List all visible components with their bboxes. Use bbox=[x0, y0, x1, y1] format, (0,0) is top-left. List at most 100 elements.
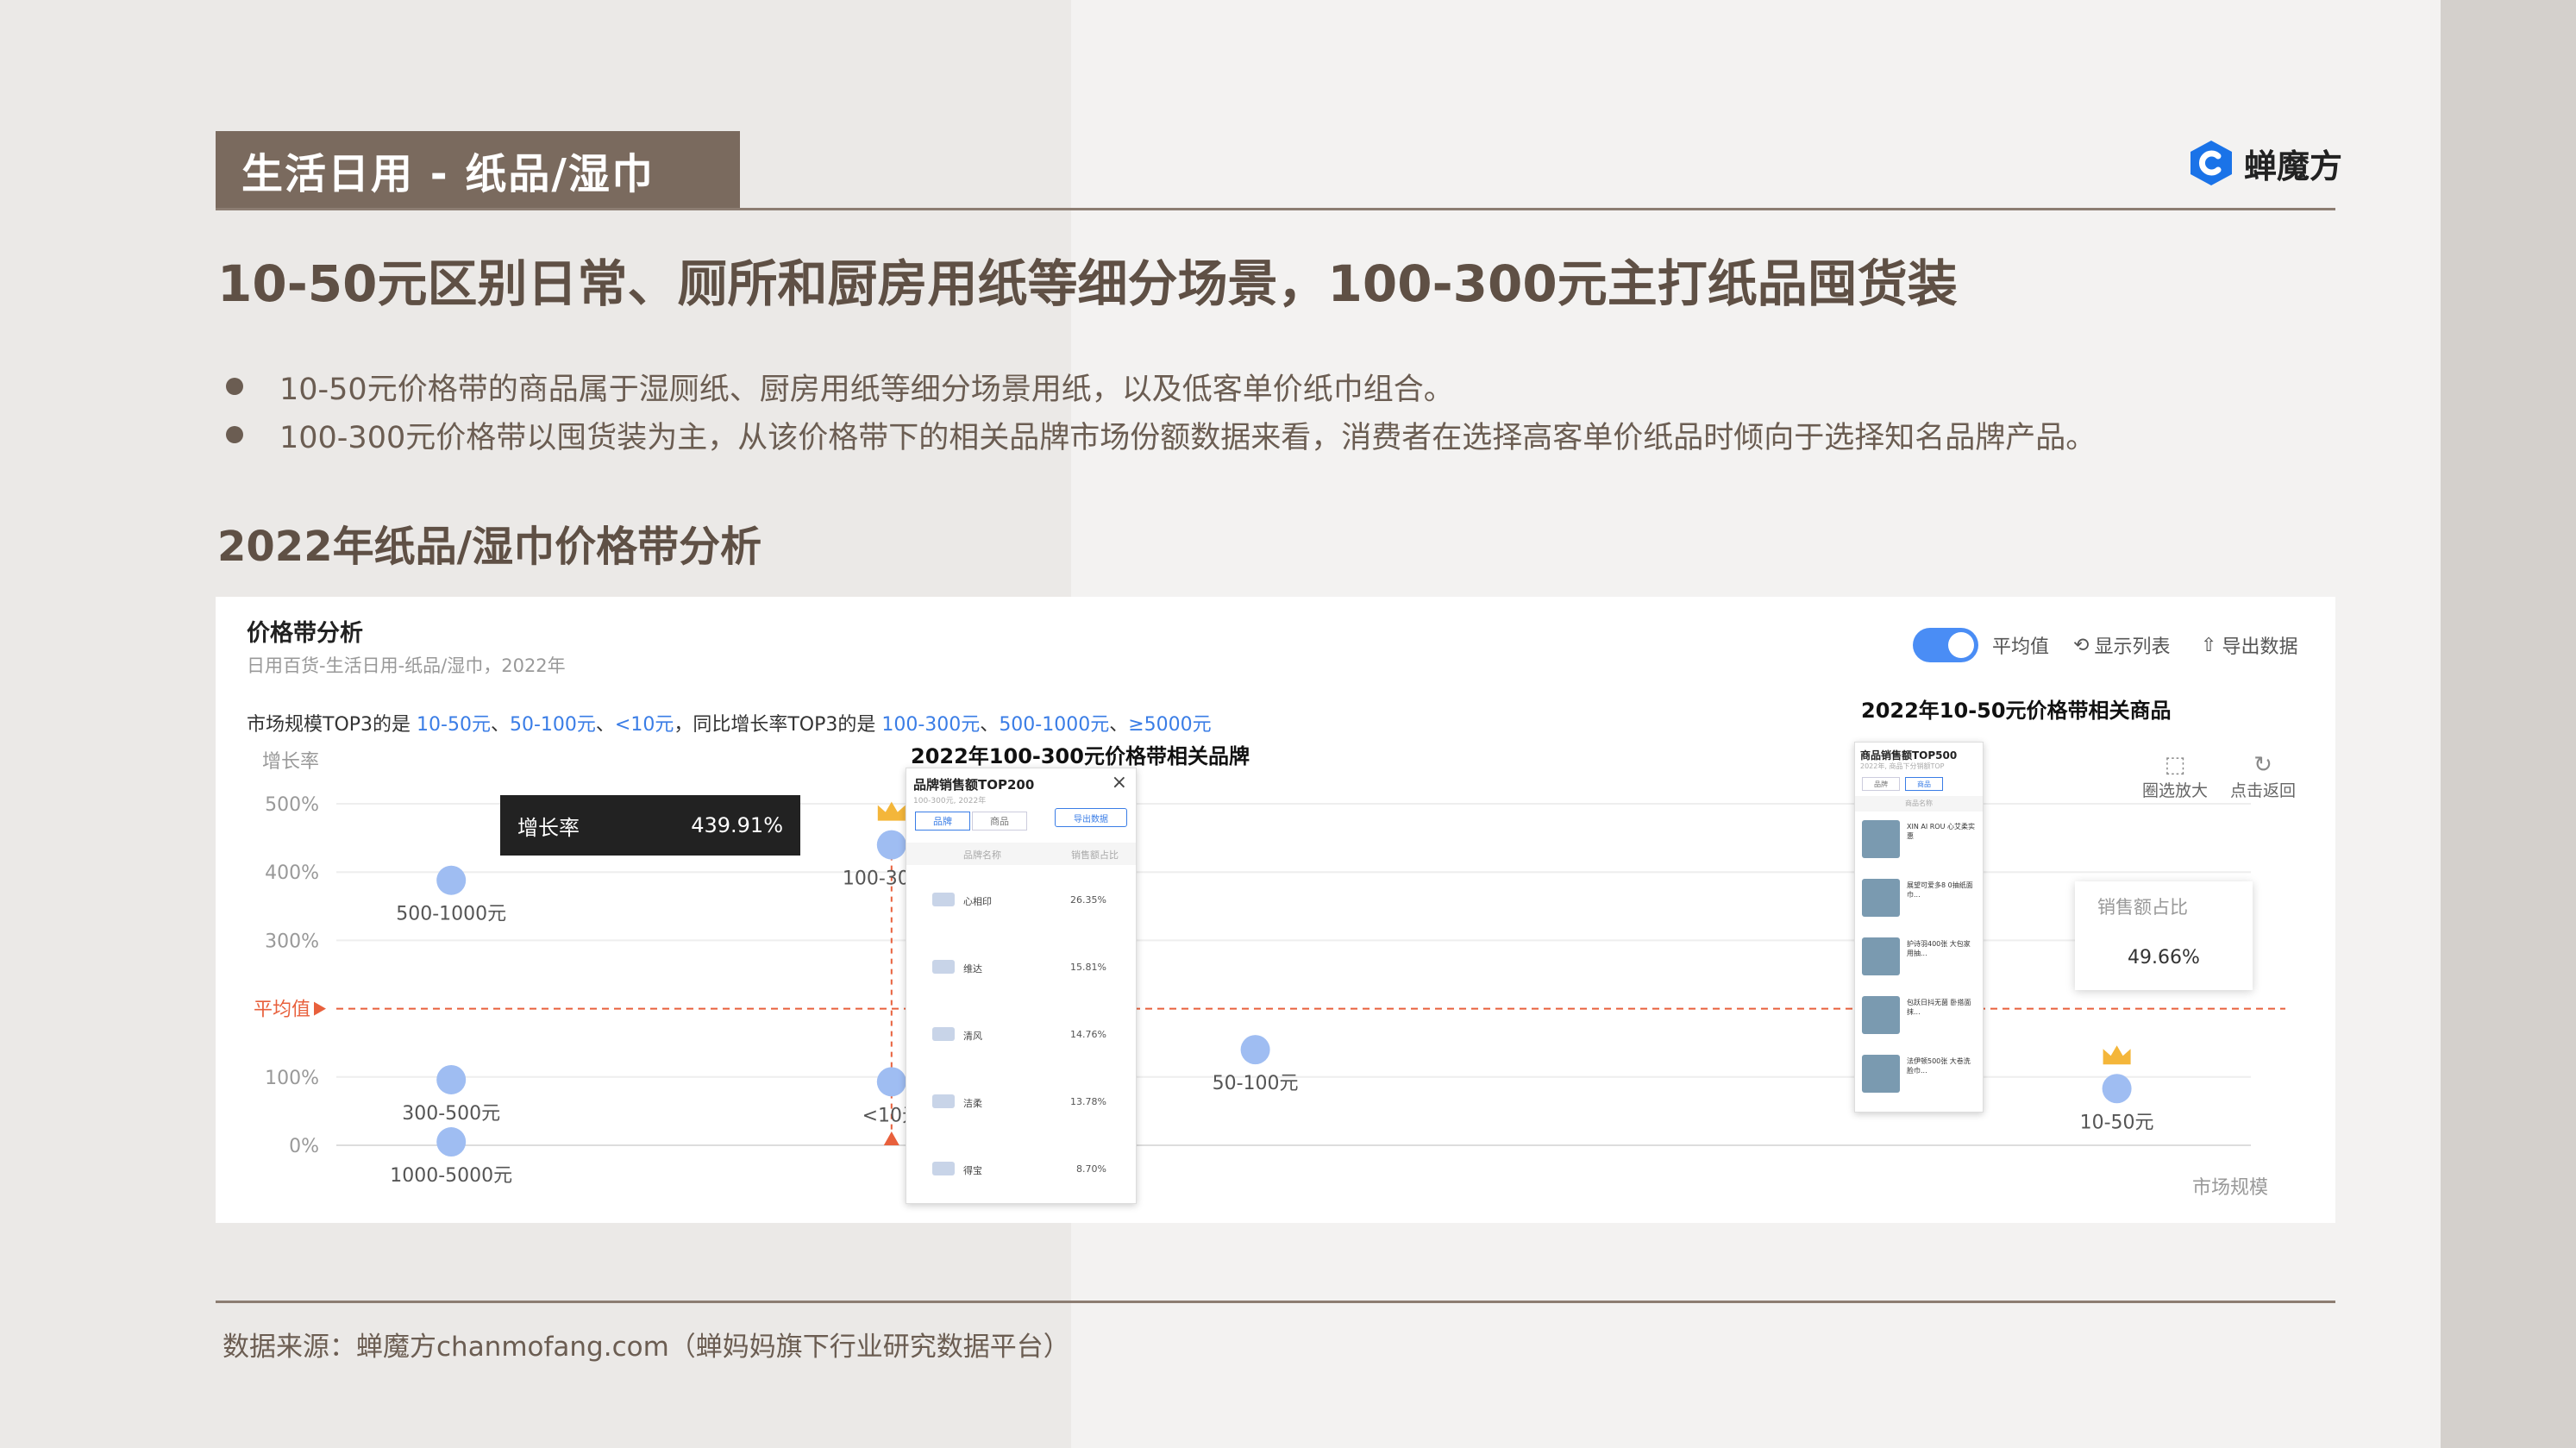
average-line-label: 平均值 bbox=[254, 1000, 310, 1021]
crown-icon bbox=[2103, 1045, 2131, 1065]
headline: 10-50元区别日常、厕所和厨房用纸等细分场景，100-300元主打纸品囤货装 bbox=[217, 254, 1958, 313]
data-point-label: 300-500元 bbox=[402, 1103, 500, 1125]
product-popup-subtitle: 2022年, 商品下分销额TOP bbox=[1860, 762, 1945, 770]
brand-logo-icon bbox=[932, 893, 955, 906]
bullet-list: 10-50元价格带的商品属于湿厕纸、厨房用纸等细分场景用纸，以及低客单价纸巾组合… bbox=[226, 362, 2096, 459]
brand-share-cell: 26.35% bbox=[1070, 894, 1106, 906]
brand-logo-icon bbox=[932, 1027, 955, 1041]
y-tick-label: 0% bbox=[289, 1136, 319, 1157]
refresh-icon: ↻ bbox=[2253, 752, 2272, 778]
product-name: 法伊顿500张 大卷洗脸巾... bbox=[1907, 1057, 1971, 1075]
data-point-label: 500-1000元 bbox=[396, 904, 506, 925]
tab-product[interactable]: 商品 bbox=[972, 812, 1027, 831]
product-thumbnail bbox=[1862, 820, 1900, 858]
y-tick-label: 400% bbox=[265, 862, 319, 884]
chart-section-heading: 2022年纸品/湿巾价格带分析 bbox=[217, 523, 762, 571]
brand-export-button[interactable]: 导出数据 bbox=[1055, 808, 1127, 827]
product-popup-title: 商品销售额TOP500 bbox=[1860, 749, 1958, 762]
col-sales-share: 销售额占比 bbox=[1071, 849, 1119, 861]
section-tag: 生活日用 - 纸品/湿巾 bbox=[216, 131, 740, 209]
close-icon[interactable]: × bbox=[1112, 772, 1127, 793]
brand-popup-title: 品牌销售额TOP200 bbox=[913, 777, 1035, 793]
footer-source: 数据来源：蝉魔方chanmofang.com（蝉妈妈旗下行业研究数据平台） bbox=[223, 1332, 1070, 1363]
zoom-select-label: 圈选放大 bbox=[2142, 781, 2209, 800]
list-item[interactable]: 包跃日抖无菌 卧搭面抹... bbox=[1862, 991, 1979, 1044]
product-thumbnail bbox=[1862, 879, 1900, 917]
tab-product[interactable]: 商品 bbox=[1905, 777, 1943, 791]
brand-logo-icon bbox=[932, 1094, 955, 1108]
table-row[interactable]: 心相印 26.35% bbox=[906, 867, 1136, 934]
average-marker-icon bbox=[314, 1001, 326, 1016]
bullet-dot-icon bbox=[226, 378, 243, 395]
tab-brand[interactable]: 品牌 bbox=[1862, 777, 1900, 791]
highlight-axis-marker-icon bbox=[883, 1131, 899, 1145]
chanmofang-logo-icon bbox=[2191, 141, 2232, 185]
sales-share-label: 销售额占比 bbox=[2097, 897, 2188, 918]
brand-share-cell: 8.70% bbox=[1076, 1163, 1106, 1175]
data-point bbox=[436, 865, 467, 895]
sales-share-card: 销售额占比 49.66% bbox=[2075, 881, 2253, 990]
brand-table-header: 品牌名称 销售额占比 bbox=[906, 843, 1136, 865]
brands-callout-title: 2022年100-300元价格带相关品牌 bbox=[911, 744, 1250, 768]
table-row[interactable]: 维达 15.81% bbox=[906, 934, 1136, 1001]
zoom-select-button[interactable]: ⬚ 圈选放大 bbox=[2142, 752, 2208, 801]
brand-share-cell: 15.81% bbox=[1070, 962, 1106, 973]
bullet-item: 10-50元价格带的商品属于湿厕纸、厨房用纸等细分场景用纸，以及低客单价纸巾组合… bbox=[226, 362, 2096, 411]
product-name: 包跃日抖无菌 卧搭面抹... bbox=[1907, 999, 1971, 1016]
data-point bbox=[2102, 1074, 2132, 1104]
x-axis-label: 市场规模 bbox=[2192, 1177, 2268, 1199]
brand-name-cell: 得宝 bbox=[963, 1165, 982, 1176]
footer-divider bbox=[216, 1301, 2335, 1303]
brand-popup-subtitle: 100-300元, 2022年 bbox=[913, 797, 987, 805]
reset-view-button[interactable]: ↻ 点击返回 bbox=[2230, 752, 2296, 801]
table-row[interactable]: 清风 14.76% bbox=[906, 1001, 1136, 1069]
data-point-label: 10-50元 bbox=[2080, 1112, 2154, 1133]
data-point bbox=[436, 1064, 467, 1094]
product-thumbnail bbox=[1862, 937, 1900, 975]
product-name: 展望可爱多8 0抽纸面巾... bbox=[1907, 881, 1973, 899]
brand-name-cell: 心相印 bbox=[963, 896, 992, 907]
brand-top200-popup: 品牌销售额TOP200 × 100-300元, 2022年 品牌 商品 导出数据… bbox=[906, 768, 1137, 1204]
brand-name-cell: 维达 bbox=[963, 963, 982, 975]
product-thumbnail bbox=[1862, 1055, 1900, 1093]
list-item[interactable]: 展望可爱多8 0抽纸面巾... bbox=[1862, 874, 1979, 927]
product-table-header: 商品名称 bbox=[1855, 796, 1983, 812]
y-tick-label: 500% bbox=[265, 794, 319, 816]
y-axis-label: 增长率 bbox=[262, 751, 319, 773]
data-point bbox=[436, 1127, 467, 1157]
tab-brand[interactable]: 品牌 bbox=[915, 812, 970, 831]
data-point-label: 1000-5000元 bbox=[390, 1165, 512, 1187]
data-point bbox=[1240, 1035, 1270, 1065]
brand-name-cell: 清风 bbox=[963, 1031, 982, 1042]
brand-logo-icon bbox=[932, 1162, 955, 1175]
product-top500-popup: 商品销售额TOP500 2022年, 商品下分销额TOP 品牌 商品 商品名称 … bbox=[1854, 742, 1984, 1113]
growth-tooltip: 增长率 439.91% bbox=[500, 795, 800, 856]
header-divider bbox=[216, 208, 2335, 210]
brand-share-cell: 13.78% bbox=[1070, 1096, 1106, 1107]
price-band-scatter-chart: 0% 100% 300% 400% 500% 增长率市场规模 平均值 500-1000元 300… bbox=[254, 751, 2285, 1199]
data-point-label: 50-100元 bbox=[1213, 1073, 1299, 1094]
list-item[interactable]: 法伊顿500张 大卷洗脸巾... bbox=[1862, 1050, 1979, 1103]
list-item[interactable]: 护诗羽400张 大包家用抽... bbox=[1862, 932, 1979, 986]
list-item[interactable]: XIN AI ROU 心艾柔实惠 bbox=[1862, 815, 1979, 868]
brand-logo-group: 蝉魔方 bbox=[2187, 136, 2342, 190]
brand-name: 蝉魔方 bbox=[2244, 147, 2343, 185]
product-name: XIN AI ROU 心艾柔实惠 bbox=[1907, 823, 1975, 840]
brand-logo-icon bbox=[932, 960, 955, 974]
data-point bbox=[876, 1067, 906, 1097]
bullet-text: 10-50元价格带的商品属于湿厕纸、厨房用纸等细分场景用纸，以及低客单价纸巾组合… bbox=[279, 372, 1454, 407]
y-tick-label: 100% bbox=[265, 1068, 319, 1089]
brand-share-cell: 14.76% bbox=[1070, 1029, 1106, 1040]
y-tick-label: 300% bbox=[265, 931, 319, 952]
table-row[interactable]: 得宝 8.70% bbox=[906, 1136, 1136, 1203]
table-row[interactable]: 洁柔 13.78% bbox=[906, 1069, 1136, 1136]
price-band-panel: 价格带分析 日用百货-生活日用-纸品/湿巾，2022年 平均值 ⟲ 显示列表 ⇧… bbox=[216, 597, 2335, 1223]
bullet-text: 100-300元价格带以囤货装为主，从该价格带下的相关品牌市场份额数据来看，消费… bbox=[279, 420, 2097, 455]
background-right-strip bbox=[2441, 0, 2576, 1448]
col-brand-name: 品牌名称 bbox=[963, 849, 1001, 861]
zoom-select-icon: ⬚ bbox=[2164, 752, 2186, 778]
tooltip-label: 增长率 bbox=[517, 815, 580, 840]
product-name: 护诗羽400张 大包家用抽... bbox=[1907, 940, 1971, 957]
bullet-item: 100-300元价格带以囤货装为主，从该价格带下的相关品牌市场份额数据来看，消费… bbox=[226, 411, 2096, 459]
sales-share-value: 49.66% bbox=[2128, 947, 2200, 968]
